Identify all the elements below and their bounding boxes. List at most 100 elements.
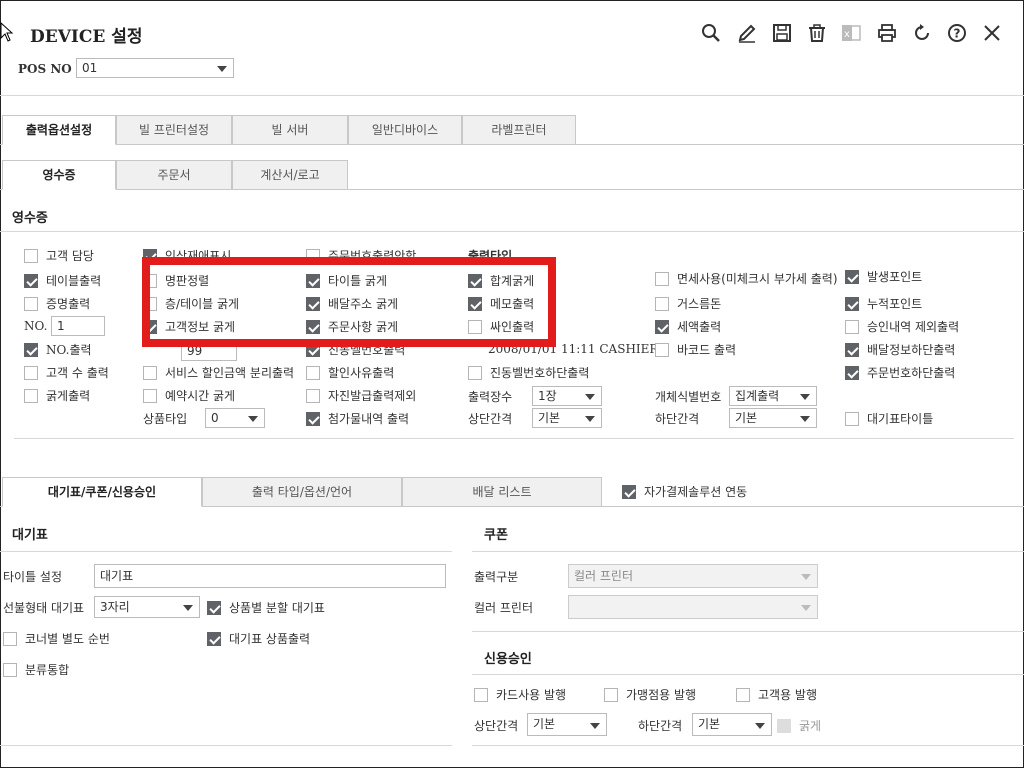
credit-bold-label: 굵게: [799, 719, 822, 733]
divider: [0, 231, 1024, 232]
checkbox-box: [655, 296, 669, 311]
no-label: NO.: [24, 319, 48, 333]
tab-receipt[interactable]: 영수증: [2, 160, 116, 190]
close-icon[interactable]: [981, 22, 1003, 44]
tab-invoice-logo[interactable]: 계산서/로고: [232, 160, 348, 190]
prepaid-waiting-select[interactable]: 3자리: [94, 596, 200, 618]
category-merge-checkbox[interactable]: 분류통합: [3, 661, 69, 678]
save-icon[interactable]: [771, 22, 793, 44]
individual-id-select[interactable]: 집계출력: [729, 386, 817, 406]
credit-bold-checkbox[interactable]: 굵게: [777, 717, 821, 734]
coupon-output-type-select[interactable]: 컬러 프린터: [568, 564, 818, 588]
help-icon[interactable]: ?: [946, 22, 968, 44]
certificate-print-checkbox[interactable]: 증명출력: [24, 295, 90, 312]
discount-reason-print-checkbox[interactable]: 할인사유출력: [306, 364, 394, 381]
bottom-margin-label: 하단간격: [655, 412, 700, 426]
attachment-print-checkbox[interactable]: 첨가물내역 출력: [306, 410, 409, 427]
no-print-checkbox[interactable]: NO.출력: [24, 341, 92, 358]
chevron-down-icon: [217, 66, 227, 72]
checkbox-box: [845, 296, 859, 311]
chevron-down-icon: [590, 723, 600, 729]
excel-icon[interactable]: x: [840, 22, 862, 44]
credit-top-margin-select[interactable]: 기본: [527, 713, 607, 736]
tab-bill-server[interactable]: 빌 서버: [232, 115, 348, 145]
tab-print-type-options-language[interactable]: 출력 타입/옵션/언어: [202, 477, 402, 507]
reservation-time-bold-checkbox[interactable]: 예약시간 굵게: [143, 387, 235, 404]
title-setting-input[interactable]: 대기표: [94, 564, 446, 588]
tab-delivery-list[interactable]: 배달 리스트: [402, 477, 602, 507]
change-label: 거스름돈: [677, 297, 722, 311]
bottom-margin-select[interactable]: 기본: [729, 408, 817, 428]
tax-free-checkbox[interactable]: 면세사용(미체크시 부가세 출력): [655, 270, 838, 287]
table-print-checkbox[interactable]: 테이블출력: [24, 272, 101, 289]
no-input[interactable]: 1: [51, 316, 105, 336]
coupon-color-printer-select[interactable]: [568, 595, 818, 619]
delivery-info-bottom-checkbox[interactable]: 배달정보하단출력: [845, 341, 955, 358]
tax-print-checkbox[interactable]: 세액출력: [655, 318, 721, 335]
accum-points-checkbox[interactable]: 누적포인트: [845, 295, 922, 312]
delivery-info-bottom-label: 배달정보하단출력: [867, 343, 956, 357]
guest-count-print-checkbox[interactable]: 고객 수 출력: [24, 364, 109, 381]
credit-top-margin-label: 상단간격: [474, 719, 519, 733]
credit-bottom-margin-select[interactable]: 기본: [692, 713, 772, 736]
merchant-issue-label: 가맹점용 발행: [626, 688, 697, 702]
accum-points-label: 누적포인트: [867, 297, 923, 311]
service-discount-split-checkbox[interactable]: 서비스 할인금액 분리출력: [143, 364, 294, 381]
corner-order-checkbox[interactable]: 코너별 별도 순번: [3, 630, 110, 647]
customer-issue-checkbox[interactable]: 고객용 발행: [736, 686, 817, 703]
individual-id-label: 개체식별번호: [655, 390, 722, 404]
highlight-annotation-box: [142, 257, 556, 347]
approval-exclude-checkbox[interactable]: 승인내역 제외출력: [845, 318, 959, 335]
self-payment-label: 자가결제솔루션 연동: [644, 485, 748, 499]
credit-section-title: 신용승인: [484, 652, 532, 667]
print-icon[interactable]: [876, 22, 898, 44]
guest-count-print-label: 고객 수 출력: [46, 366, 109, 380]
self-issue-exclude-checkbox[interactable]: 자진발급출력제외: [306, 387, 416, 404]
checkbox-box: [845, 411, 859, 426]
product-split-checkbox[interactable]: 상품별 분할 대기표: [207, 599, 325, 616]
product-type-select[interactable]: 0: [205, 408, 265, 428]
coupon-section-title: 쿠폰: [484, 528, 508, 543]
self-payment-checkbox[interactable]: 자가결제솔루션 연동: [622, 483, 747, 500]
checkbox-box: [306, 388, 320, 403]
divider: [0, 745, 452, 746]
copies-select[interactable]: 1장: [532, 386, 602, 406]
top-margin-select[interactable]: 기본: [532, 408, 602, 428]
waiting-title-label: 대기표타이틀: [867, 412, 934, 426]
top-margin-value: 기본: [538, 411, 561, 425]
refresh-icon[interactable]: [911, 22, 933, 44]
customer-staff-checkbox[interactable]: 고객 담당: [24, 247, 94, 264]
chevron-down-icon: [801, 605, 811, 611]
change-checkbox[interactable]: 거스름돈: [655, 295, 721, 312]
barcode-print-checkbox[interactable]: 바코드 출력: [655, 341, 736, 358]
vibrate-bell-bottom-checkbox[interactable]: 진동벨번호하단출력: [468, 364, 589, 381]
checkbox-box: [306, 411, 320, 426]
delete-icon[interactable]: [806, 22, 828, 44]
copies-label: 출력장수: [468, 390, 513, 404]
pos-no-select[interactable]: 01: [76, 58, 234, 78]
card-issue-checkbox[interactable]: 카드사용 발행: [474, 686, 566, 703]
checkbox-box: [24, 296, 38, 311]
edit-icon[interactable]: [736, 22, 758, 44]
merchant-issue-checkbox[interactable]: 가맹점용 발행: [604, 686, 696, 703]
search-icon[interactable]: [700, 22, 722, 44]
pos-no-label: POS NO: [18, 62, 72, 76]
tab-label-printer[interactable]: 라벨프린터: [462, 115, 576, 145]
checkbox-box: [24, 388, 38, 403]
tab-general-device[interactable]: 일반디바이스: [348, 115, 462, 145]
tab-order-sheet[interactable]: 주문서: [116, 160, 232, 190]
tab-bill-printer[interactable]: 빌 프린터설정: [116, 115, 232, 145]
waiting-product-print-label: 대기표 상품출력: [229, 632, 311, 646]
tab-waiting-coupon-credit[interactable]: 대기표/쿠폰/신용승인: [2, 477, 202, 507]
bold-print-checkbox[interactable]: 굵게출력: [24, 387, 90, 404]
order-no-bottom-checkbox[interactable]: 주문번호하단출력: [845, 364, 955, 381]
waiting-title-checkbox[interactable]: 대기표타이틀: [845, 410, 933, 427]
tab-output-options[interactable]: 출력옵션설정: [2, 115, 116, 145]
corner-order-label: 코너별 별도 순번: [25, 632, 110, 646]
no-print-label: NO.출력: [46, 343, 92, 357]
checkbox-box: [143, 388, 157, 403]
customer-staff-label: 고객 담당: [46, 249, 94, 263]
waiting-product-print-checkbox[interactable]: 대기표 상품출력: [207, 630, 310, 647]
points-earned-checkbox[interactable]: 발생포인트: [845, 268, 922, 285]
product-type-value: 0: [211, 411, 219, 425]
